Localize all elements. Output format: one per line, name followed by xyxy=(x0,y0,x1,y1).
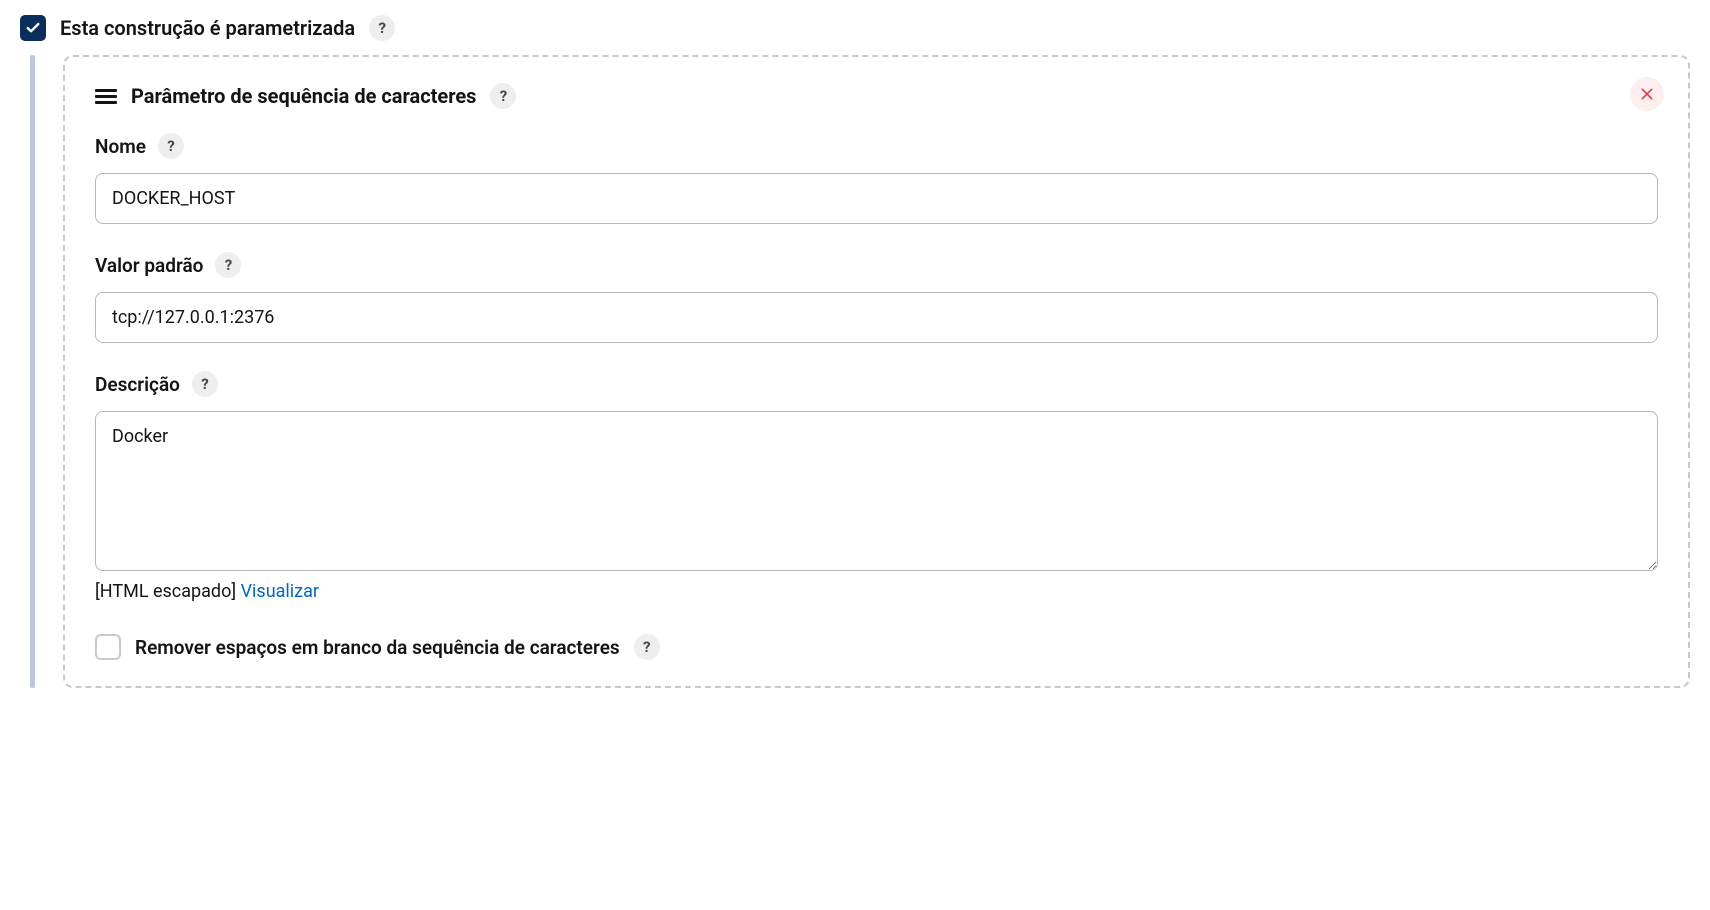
card-header: Parâmetro de sequência de caracteres ? xyxy=(95,83,1658,109)
drag-handle-icon[interactable] xyxy=(95,89,117,104)
close-icon xyxy=(1639,86,1655,102)
default-value-label: Valor padrão xyxy=(95,254,203,277)
check-icon xyxy=(25,20,41,36)
card-title: Parâmetro de sequência de caracteres xyxy=(131,84,476,108)
help-icon[interactable]: ? xyxy=(634,634,660,660)
indent-bar xyxy=(30,55,35,688)
help-icon[interactable]: ? xyxy=(215,252,241,278)
trim-whitespace-label: Remover espaços em branco da sequência d… xyxy=(135,636,620,659)
default-value-input[interactable] xyxy=(95,292,1658,343)
description-textarea[interactable] xyxy=(95,411,1658,571)
name-label: Nome xyxy=(95,135,146,158)
trim-whitespace-row: Remover espaços em branco da sequência d… xyxy=(95,634,1658,660)
help-icon[interactable]: ? xyxy=(369,15,395,41)
description-footer: [HTML escapado] Visualizar xyxy=(95,581,1658,602)
string-parameter-card: Parâmetro de sequência de caracteres ? N… xyxy=(63,55,1690,688)
name-field-group: Nome ? xyxy=(95,133,1658,224)
parameterized-label: Esta construção é parametrizada xyxy=(60,16,355,40)
parameterized-checkbox[interactable] xyxy=(20,15,46,41)
help-icon[interactable]: ? xyxy=(490,83,516,109)
description-field-group: Descrição ? [HTML escapado] Visualizar xyxy=(95,371,1658,602)
trim-whitespace-checkbox[interactable] xyxy=(95,634,121,660)
parameterized-build-header: Esta construção é parametrizada ? xyxy=(20,15,1690,41)
help-icon[interactable]: ? xyxy=(192,371,218,397)
description-label: Descrição xyxy=(95,373,180,396)
remove-parameter-button[interactable] xyxy=(1630,77,1664,111)
help-icon[interactable]: ? xyxy=(158,133,184,159)
parameter-section: Parâmetro de sequência de caracteres ? N… xyxy=(30,55,1690,688)
name-input[interactable] xyxy=(95,173,1658,224)
preview-link[interactable]: Visualizar xyxy=(241,581,319,602)
default-value-field-group: Valor padrão ? xyxy=(95,252,1658,343)
html-escaped-text: [HTML escapado] xyxy=(95,581,241,602)
